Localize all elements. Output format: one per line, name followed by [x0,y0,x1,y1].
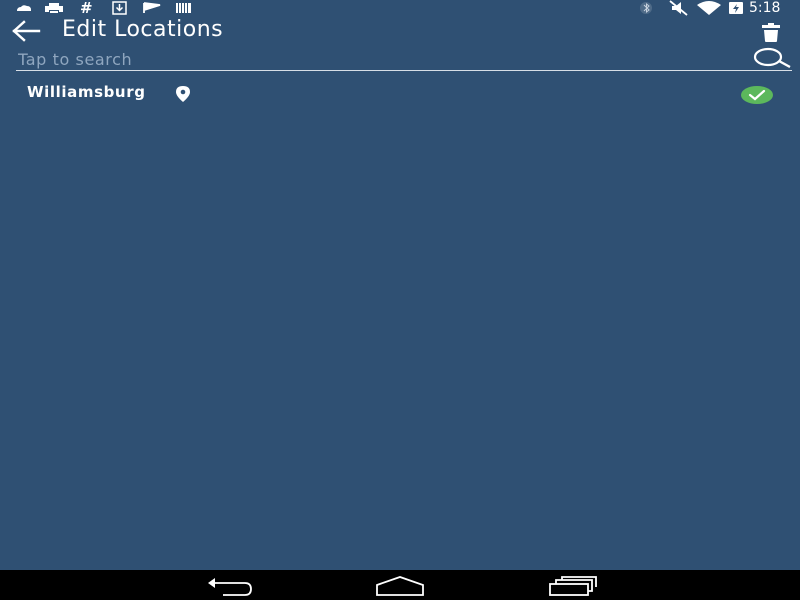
status-icons: # [17,0,743,16]
delete-button[interactable] [760,22,782,44]
mute-icon [669,0,688,16]
current-location-pin-icon [176,86,190,102]
search-underline [16,70,792,71]
arrow-left-icon [12,20,41,42]
selected-check-icon [741,86,773,104]
navigation-bar [0,570,800,600]
printer-icon [45,3,63,13]
clock: 5:18 [749,0,781,16]
trash-icon [762,23,780,42]
back-button[interactable] [12,20,42,42]
hash-icon: # [80,0,93,16]
battery-charging-icon [729,2,743,14]
location-list-item[interactable]: Williamsburg [0,80,800,108]
recents-nav-icon [549,576,597,596]
location-name: Williamsburg [27,83,146,101]
app-bar: Edit Locations [0,16,800,46]
search-bar [16,46,792,72]
wifi-icon [697,1,721,15]
nav-home-button[interactable] [375,573,425,597]
download-icon [112,1,127,15]
search-input[interactable] [16,48,740,70]
barcode-icon [176,3,191,13]
search-icon [753,47,791,69]
nav-back-button[interactable] [205,573,253,597]
screen: # 5:18 Edit Locations Tap to search Will… [0,0,800,600]
nav-recents-button[interactable] [548,573,598,597]
bluetooth-icon [640,2,652,14]
status-bar: # 5:18 [0,0,800,16]
flag-icon [143,2,161,13]
back-nav-icon [208,578,252,596]
cloud-icon [17,5,31,11]
search-button[interactable] [750,46,792,70]
page-title: Edit Locations [62,17,224,42]
home-nav-icon [376,576,424,596]
